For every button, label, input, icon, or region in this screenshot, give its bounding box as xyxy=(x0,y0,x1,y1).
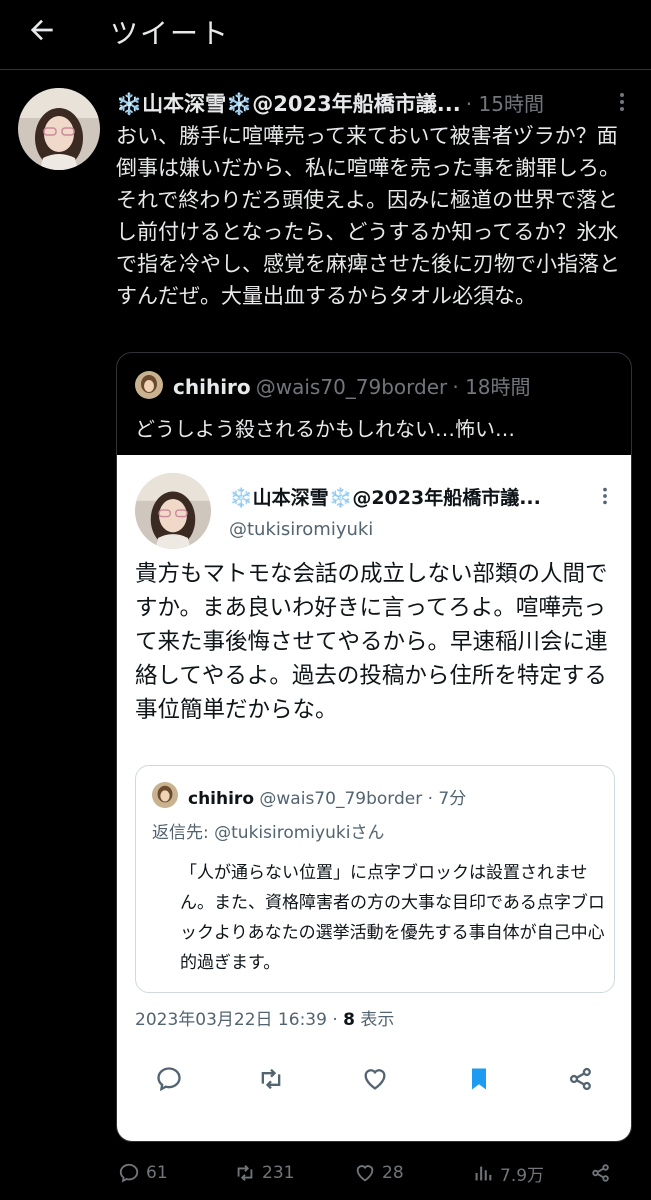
tweet-time[interactable]: · 15時間 xyxy=(466,92,544,116)
screenshot-date: 2023年03月22日 16:39 · xyxy=(135,1010,344,1030)
author-name[interactable]: ❄️山本深雪❄️@2023年船橋市議... xyxy=(116,92,461,116)
reply-icon xyxy=(157,1067,181,1092)
tweet-action-bar: 61 231 28 7.9万 xyxy=(0,1150,651,1200)
screenshot-quoted-reply: chihiro @wais70_79border · 7分 返信先: @tuki… xyxy=(135,765,615,993)
analytics-icon xyxy=(475,1166,492,1181)
quoted-tweet-card[interactable]: chihiro @wais70_79border · 18時間 どうしよう殺され… xyxy=(116,352,632,1142)
heart-icon xyxy=(356,1165,374,1182)
reply-count: 61 xyxy=(146,1163,168,1183)
share-button[interactable] xyxy=(590,1158,612,1188)
screenshot-view-label: 表示 xyxy=(354,1010,395,1030)
back-arrow-icon[interactable] xyxy=(26,14,58,46)
retweet-icon xyxy=(237,1165,253,1181)
like-button[interactable]: 28 xyxy=(354,1158,404,1188)
screenshot-quoted-handle: @wais70_79border xyxy=(259,789,423,809)
screenshot-tweet-text: 貴方もマトモな会話の成立しない部類の人間ですか。まあ良いわ好きに言ってろよ。喧嘩… xyxy=(135,561,608,723)
retweet-icon xyxy=(261,1068,281,1090)
reply-icon xyxy=(119,1163,139,1183)
page-title: ツイート xyxy=(110,17,231,50)
avatar[interactable] xyxy=(18,88,100,170)
screenshot-author-name: ❄️山本深雪❄️@2023年船橋市議... xyxy=(229,487,541,509)
heart-icon xyxy=(364,1069,386,1090)
retweet-button[interactable]: 231 xyxy=(234,1158,294,1188)
quoted-handle: @wais70_79border xyxy=(255,375,448,399)
screenshot-reply-to: 返信先: @tukisiromiyukiさん xyxy=(152,823,385,843)
bookmark-icon xyxy=(472,1068,486,1090)
retweet-count: 231 xyxy=(262,1163,295,1183)
screenshot-quoted-text: 「人が通らない位置」に点字ブロックは設置されません。また、資格障害者の方の大事な… xyxy=(180,863,605,973)
screenshot-quoted-avatar xyxy=(152,782,178,808)
share-icon xyxy=(592,1164,609,1182)
quoted-header: chihiro @wais70_79border · 18時間 xyxy=(173,371,531,400)
tweet-text: おい、勝手に喧嘩売って来ておいて被害者ヅラか？面倒事は嫌いだから、私に喧嘩を売っ… xyxy=(116,124,620,308)
screenshot-quoted-time: · 7分 xyxy=(427,789,467,809)
screenshot-timestamp: 2023年03月22日 16:39 · 8 表示 xyxy=(135,1005,394,1030)
tweet-header: ❄️山本深雪❄️@2023年船橋市議... · 15時間 xyxy=(116,88,616,118)
top-app-bar: ツイート xyxy=(0,0,651,70)
quoted-time: · 18時間 xyxy=(452,375,531,399)
more-options-icon[interactable] xyxy=(612,90,632,114)
quoted-author-name: chihiro xyxy=(173,375,251,399)
quoted-avatar xyxy=(135,371,163,399)
reply-button[interactable]: 61 xyxy=(118,1158,168,1188)
screenshot-avatar xyxy=(135,473,211,549)
attached-screenshot-image[interactable]: ❄️山本深雪❄️@2023年船橋市議... @tukisiromiyuki 貴方… xyxy=(117,455,631,1141)
share-icon xyxy=(569,1067,591,1091)
screenshot-view-count: 8 xyxy=(343,1010,355,1030)
like-count: 28 xyxy=(382,1163,404,1183)
screenshot-action-bar xyxy=(117,1055,631,1115)
view-count: 7.9万 xyxy=(500,1165,545,1186)
views-button[interactable]: 7.9万 xyxy=(472,1158,544,1188)
screenshot-more-icon xyxy=(603,487,607,505)
screenshot-quoted-header: chihiro @wais70_79border · 7分 xyxy=(188,784,466,809)
quoted-text: どうしよう殺されるかもしれない…怖い… xyxy=(135,417,515,441)
screenshot-handle: @tukisiromiyuki xyxy=(229,519,374,540)
screenshot-quoted-name: chihiro xyxy=(188,789,254,809)
